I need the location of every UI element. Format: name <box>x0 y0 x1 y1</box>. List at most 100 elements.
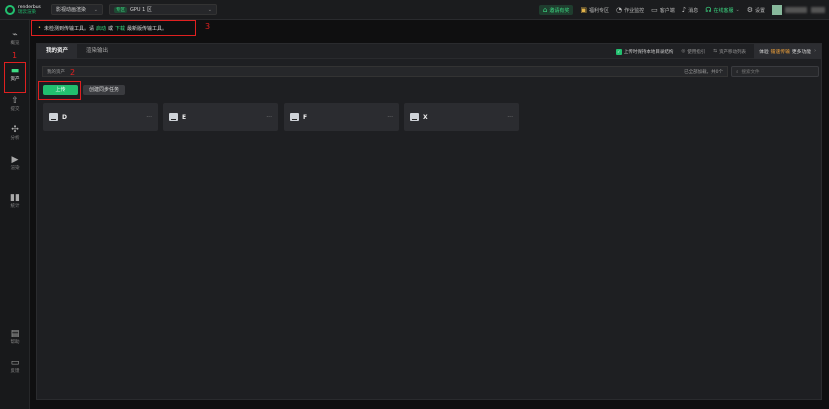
welfare-link[interactable]: ▣ 福利专区 <box>580 6 609 14</box>
usage-guide-label: 使用指引 <box>687 49 706 55</box>
account-info-blurred <box>811 7 825 13</box>
sidebar-item-overview[interactable]: ⌁ 概览 <box>0 30 30 46</box>
project-select[interactable]: 影视动画渲染 ⌄ <box>51 4 103 15</box>
monitor-icon: ◔ <box>616 6 623 14</box>
fast-transfer-promo[interactable]: 体验 镭速传输 更多功能 › <box>754 44 821 59</box>
online-service-label: 在线客服 <box>713 7 734 14</box>
tab-render-output[interactable]: 渲染输出 <box>77 44 117 59</box>
sidebar-item-analysis[interactable]: ✣ 分析 <box>0 125 30 141</box>
annotation-number-2: 2 <box>70 68 76 77</box>
sidebar-item-label: 提交 <box>10 107 20 112</box>
drive-card-d[interactable]: D ··· <box>43 103 158 131</box>
gpu-zone-select[interactable]: 专区 GPU 1 区 ⌄ <box>109 4 217 15</box>
gpu-zone-value: GPU 1 区 <box>130 7 152 13</box>
sidebar-item-help[interactable]: ▤ 帮助 <box>0 329 30 345</box>
client-link[interactable]: ▭ 客户端 <box>651 6 675 14</box>
gpu-zone-badge: 专区 <box>114 6 127 13</box>
tab-my-assets[interactable]: 我的资产 <box>37 43 78 59</box>
help-doc-icon: ▤ <box>10 329 20 339</box>
more-options-icon[interactable]: ··· <box>387 114 393 121</box>
drive-label: D <box>62 113 67 121</box>
asset-move-list-label: 资产移动列表 <box>719 49 747 55</box>
desktop-icon: ▭ <box>651 6 658 14</box>
more-options-icon[interactable]: ··· <box>146 114 152 121</box>
drive-card-x[interactable]: X ··· <box>404 103 519 131</box>
welfare-icon: ▣ <box>580 6 587 14</box>
job-monitor-label: 作业监控 <box>624 7 645 14</box>
transfer-tool-notice: • 未检测到传输工具。请 启动 或 下载 最新版传输工具。 <box>34 21 195 35</box>
gift-icon: ⌂ <box>542 6 548 14</box>
online-service-link[interactable]: ☊ 在线客服 ⌄ <box>705 6 739 14</box>
chevron-down-icon: ⌄ <box>207 6 212 13</box>
chart-line-icon: ⌁ <box>12 30 18 40</box>
job-monitor-link[interactable]: ◔ 作业监控 <box>616 6 644 14</box>
sidebar-item-label: 分析 <box>10 136 20 141</box>
chevron-down-icon: ⌄ <box>93 6 98 13</box>
sidebar-item-render[interactable]: ▶ 渲染 <box>0 155 30 171</box>
keep-structure-label: 上传时保持本地目录结构 <box>623 49 674 55</box>
drive-card-f[interactable]: F ··· <box>284 103 399 131</box>
renderbus-logo[interactable]: renderbus 瑞云渲染 <box>5 4 45 15</box>
create-sync-task-button[interactable]: 创建同步任务 <box>83 85 125 95</box>
settings-link[interactable]: ⚙ 设置 <box>747 6 765 14</box>
bar-chart-icon: ▮▮ <box>10 193 20 203</box>
invite-button[interactable]: ⌂ 邀请有奖 <box>538 5 574 15</box>
notice-or: 或 <box>107 25 113 32</box>
notice-text: 未检测到传输工具。请 <box>43 25 94 32</box>
welfare-label: 福利专区 <box>589 7 610 14</box>
client-label: 客户端 <box>659 7 675 14</box>
drive-icon <box>410 113 419 121</box>
breadcrumb-path[interactable]: 我的资产 <box>47 69 65 75</box>
sidebar-item-label: 概览 <box>10 41 20 46</box>
sidebar-item-submit[interactable]: ⇧ 提交 <box>0 96 30 112</box>
search-icon: ⌕ <box>736 69 739 75</box>
annotation-box-1 <box>4 62 26 93</box>
load-status: 已全部加载，共0个 <box>684 69 723 75</box>
start-tool-link[interactable]: 启动 <box>96 25 106 32</box>
username-blurred[interactable] <box>785 7 807 13</box>
notice-text-end: 最新版传输工具。 <box>127 25 168 32</box>
sidebar-item-statistics[interactable]: ▮▮ 统计 <box>0 193 30 209</box>
drive-icon <box>290 113 299 121</box>
chevron-right-icon: › <box>814 49 816 54</box>
drive-icon <box>49 113 58 121</box>
avatar[interactable] <box>772 5 782 15</box>
chevron-down-icon: ⌄ <box>735 7 740 13</box>
headset-icon: ☊ <box>705 6 712 14</box>
more-options-icon[interactable]: ··· <box>266 114 272 121</box>
message-link[interactable]: ♪ 消息 <box>682 6 698 14</box>
promo-more: 更多功能 <box>791 50 812 55</box>
more-options-icon[interactable]: ··· <box>507 114 513 121</box>
invite-label: 邀请有奖 <box>549 7 570 14</box>
asset-move-list-link[interactable]: ⇆ 资产移动列表 <box>713 49 746 55</box>
analysis-icon: ✣ <box>11 125 19 135</box>
render-icon: ▶ <box>11 155 19 165</box>
drive-label: E <box>182 113 187 121</box>
keep-structure-checkbox[interactable]: ✓ 上传时保持本地目录结构 <box>615 48 674 55</box>
settings-label: 设置 <box>754 7 765 14</box>
logo-line2: 瑞云渲染 <box>18 9 36 15</box>
promo-experience: 体验 <box>759 50 769 55</box>
gear-icon: ⚙ <box>746 6 753 14</box>
annotation-box-2 <box>38 81 81 100</box>
bell-icon: ♪ <box>681 6 687 14</box>
sidebar-item-feedback[interactable]: ▭ 反馈 <box>0 358 30 374</box>
path-breadcrumb: 我的资产 已全部加载，共0个 <box>42 66 728 77</box>
assets-panel: 我的资产 渲染输出 ✓ 上传时保持本地目录结构 ◎ 使用指引 ⇆ 资产移动列表 体验 … <box>36 43 822 400</box>
drive-label: F <box>303 113 308 121</box>
usage-guide-link[interactable]: ◎ 使用指引 <box>681 49 705 55</box>
logo-mark-icon <box>5 4 15 15</box>
checkbox-checked-icon: ✓ <box>615 48 622 55</box>
sidebar-item-label: 统计 <box>10 204 20 209</box>
drive-icon <box>169 113 178 121</box>
project-select-value: 影视动画渲染 <box>56 7 87 13</box>
list-icon: ⇆ <box>713 49 718 54</box>
search-input[interactable]: ⌕ 搜索文件 <box>731 66 819 77</box>
message-label: 消息 <box>688 7 699 14</box>
panel-tabs: 我的资产 渲染输出 ✓ 上传时保持本地目录结构 ◎ 使用指引 ⇆ 资产移动列表 体验 … <box>37 43 821 59</box>
drive-label: X <box>423 113 428 121</box>
download-tool-link[interactable]: 下载 <box>115 25 125 32</box>
drive-card-e[interactable]: E ··· <box>163 103 278 131</box>
search-placeholder: 搜索文件 <box>741 69 760 75</box>
feedback-icon: ▭ <box>10 358 20 368</box>
